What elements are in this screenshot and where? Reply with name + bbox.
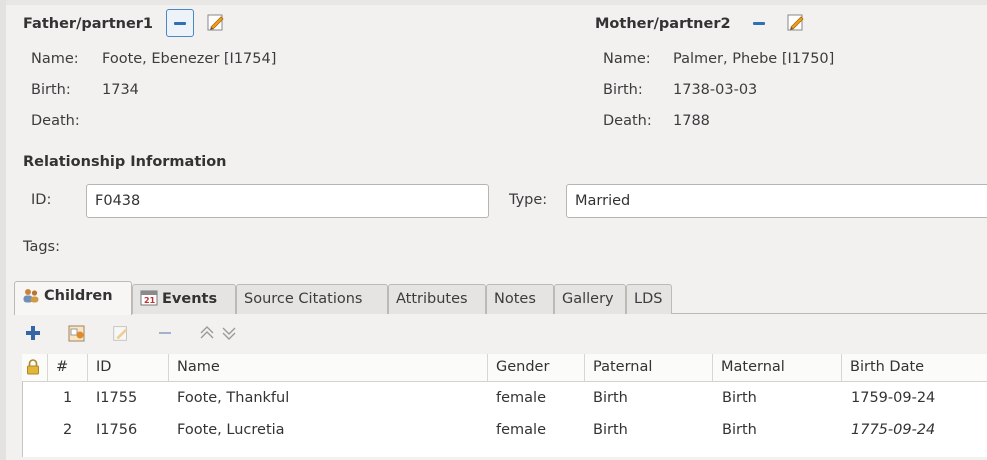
father-birth-label: Birth: (31, 82, 71, 98)
children-table-header: # ID Name Gender Paternal Maternal Birth… (22, 354, 987, 382)
column-header-gender[interactable]: Gender (488, 354, 585, 382)
column-header-maternal[interactable]: Maternal (713, 354, 842, 382)
table-row[interactable]: 2 I1756 Foote, Lucretia female Birth Bir… (22, 415, 987, 445)
tab-events-label: Events (162, 291, 218, 307)
row-name: Foote, Lucretia (177, 422, 285, 438)
father-name-label: Name: (31, 51, 79, 67)
row-maternal: Birth (722, 390, 757, 406)
row-name: Foote, Thankful (177, 390, 290, 406)
add-icon (26, 326, 40, 340)
edit-icon (207, 14, 224, 31)
row-birth-date: 1759-09-24 (851, 390, 936, 406)
tab-children-label: Children (44, 288, 113, 304)
add-child-button[interactable] (22, 322, 44, 344)
share-existing-button[interactable] (66, 322, 88, 344)
tab-source-citations[interactable]: Source Citations (236, 284, 388, 314)
move-up-icon (200, 326, 214, 339)
tab-lds-label: LDS (634, 291, 663, 307)
private-column-header[interactable] (22, 354, 48, 382)
father-death-label: Death: (31, 113, 80, 129)
column-header-birth-date[interactable]: Birth Date (842, 354, 987, 382)
edit-mother-button[interactable] (785, 11, 807, 33)
top-edge (0, 0, 987, 5)
row-birth-date: 1775-09-24 (851, 422, 936, 438)
row-id: I1755 (96, 390, 138, 406)
edit-icon (113, 326, 128, 341)
father-name[interactable]: Foote, Ebenezer [I1754] (102, 51, 276, 67)
row-gender: female (496, 422, 546, 438)
id-input[interactable]: F0438 (86, 184, 489, 218)
row-number: 1 (63, 390, 73, 406)
left-edge (0, 0, 6, 460)
tags-label: Tags: (23, 239, 60, 255)
tab-source-citations-label: Source Citations (244, 291, 363, 307)
move-up-button[interactable] (196, 322, 218, 344)
tab-gallery-label: Gallery (562, 291, 614, 307)
father-birth: 1734 (102, 82, 139, 98)
column-header-number[interactable]: # (48, 354, 88, 382)
father-heading: Father/partner1 (23, 16, 154, 32)
row-number: 2 (63, 422, 73, 438)
mother-death: 1788 (673, 113, 710, 129)
column-header-paternal[interactable]: Paternal (585, 354, 713, 382)
id-label: ID: (31, 192, 52, 208)
calendar-icon: 21 (140, 290, 158, 306)
tab-bar: Children 21 Events Source Citations Attr… (14, 281, 987, 315)
minus-icon (174, 21, 186, 25)
tab-attributes[interactable]: Attributes (388, 284, 486, 314)
row-paternal: Birth (593, 422, 628, 438)
column-header-name[interactable]: Name (169, 354, 488, 382)
type-combo[interactable]: Married (566, 184, 987, 218)
tab-gallery[interactable]: Gallery (554, 284, 626, 314)
svg-text:21: 21 (144, 296, 156, 305)
row-paternal: Birth (593, 390, 628, 406)
mother-heading: Mother/partner2 (595, 16, 731, 32)
row-gender: female (496, 390, 546, 406)
column-header-id[interactable]: ID (88, 354, 169, 382)
relationship-heading: Relationship Information (23, 154, 227, 170)
mother-name[interactable]: Palmer, Phebe [I1750] (673, 51, 834, 67)
tab-attributes-label: Attributes (396, 291, 468, 307)
edit-father-button[interactable] (205, 11, 227, 33)
tab-notes-label: Notes (494, 291, 536, 307)
row-maternal: Birth (722, 422, 757, 438)
mother-name-label: Name: (603, 51, 651, 67)
remove-father-button[interactable] (166, 9, 194, 37)
mother-death-label: Death: (603, 113, 652, 129)
tab-events[interactable]: 21 Events (132, 284, 236, 314)
remove-icon (159, 332, 171, 334)
tab-children[interactable]: Children (14, 281, 132, 315)
people-icon (23, 289, 39, 303)
move-down-icon (222, 327, 236, 340)
share-existing-icon (68, 325, 85, 342)
remove-mother-button[interactable] (748, 12, 770, 34)
mother-birth: 1738-03-03 (673, 82, 758, 98)
table-row[interactable]: 1 I1755 Foote, Thankful female Birth Bir… (22, 383, 987, 413)
move-down-button[interactable] (218, 322, 240, 344)
tab-lds[interactable]: LDS (626, 284, 672, 314)
lock-icon (27, 359, 39, 375)
row-id: I1756 (96, 422, 138, 438)
type-label: Type: (509, 192, 548, 208)
edit-icon (787, 14, 804, 31)
tab-notes[interactable]: Notes (486, 284, 554, 314)
remove-child-button[interactable] (154, 322, 176, 344)
mother-birth-label: Birth: (603, 82, 643, 98)
minus-icon (753, 21, 765, 25)
edit-child-button[interactable] (110, 322, 132, 344)
